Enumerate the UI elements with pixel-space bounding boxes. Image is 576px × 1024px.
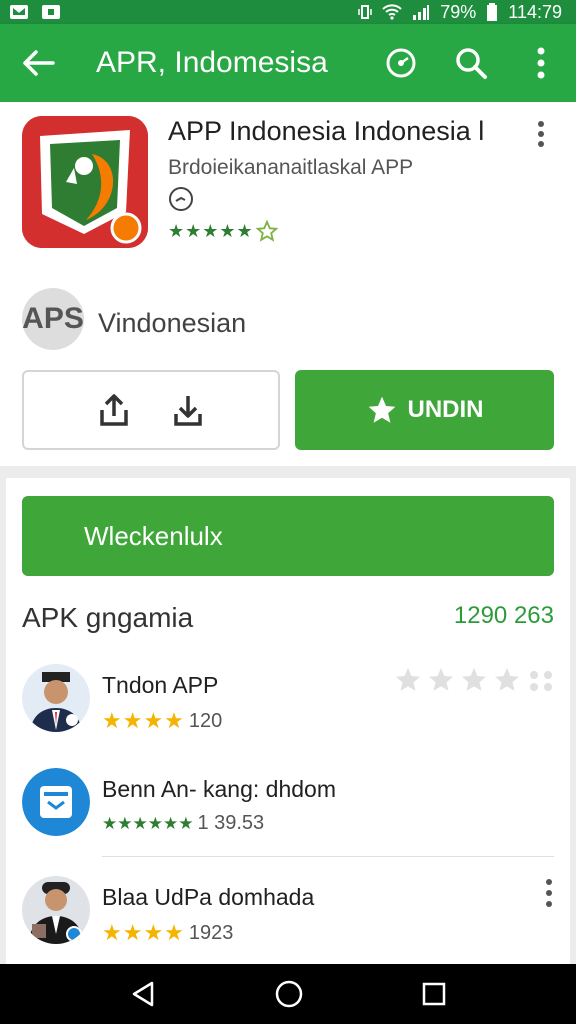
rating-stars: ★★★★ (102, 920, 185, 945)
avatar (22, 876, 90, 944)
recents-nav-icon[interactable] (420, 980, 448, 1008)
back-button[interactable] (0, 49, 76, 77)
related-apps-card: Wleckenlulx APK gngamia 1290 263 Tndon A… (6, 478, 570, 968)
app-logo-icon (22, 116, 148, 248)
rating-count: 1 39.53 (197, 812, 265, 834)
wifi-icon (382, 4, 402, 20)
app-more-button[interactable] (536, 120, 546, 153)
vibrate-icon (358, 5, 372, 19)
toolbar-title: APR, Indomesisa (96, 46, 328, 79)
divider (102, 856, 554, 857)
overflow-menu-button[interactable] (506, 47, 576, 79)
rating-count: 1923 (188, 921, 234, 944)
target-button[interactable] (366, 46, 436, 80)
back-nav-icon[interactable] (128, 979, 158, 1009)
section-title: APK gngamia (22, 602, 194, 633)
system-nav-bar (0, 964, 576, 1024)
app-subtitle: Brdoieikananaitlaskal APP (168, 156, 414, 179)
more-vert-icon (537, 47, 545, 79)
rating-stars: ★★★★★★ (102, 813, 194, 833)
rating-count: 120 (188, 709, 223, 732)
clock-icon (168, 186, 194, 217)
list-item-name: Tndon APP (102, 672, 219, 698)
status-bar: 79% 114:79 (0, 0, 576, 24)
share-download-button[interactable] (22, 370, 280, 450)
empty-rating-stars[interactable] (394, 666, 554, 699)
more-vert-icon (546, 879, 552, 907)
home-nav-icon[interactable] (274, 979, 304, 1009)
list-item[interactable]: Blaa UdPa domhada ★★★★ 1923 (6, 876, 570, 976)
target-icon (386, 48, 416, 78)
app-header-card: APP Indonesia Indonesia l Brdoieikananai… (0, 102, 576, 466)
download-icon (174, 396, 202, 426)
more-vert-icon (538, 121, 544, 147)
list-item-more-button[interactable] (544, 878, 554, 913)
app-title: APP Indonesia Indonesia l (168, 116, 485, 146)
screen: 79% 114:79 APR, Indomesisa APP Indonesia… (0, 0, 576, 1024)
photo-icon (10, 5, 28, 19)
star-outline-icon (255, 220, 278, 242)
star-icon (368, 396, 395, 423)
clock-time: 114:79 (508, 1, 562, 22)
developer-name[interactable]: Vindonesian (98, 308, 246, 339)
avatar (22, 768, 90, 836)
share-icon (100, 394, 128, 426)
avatar (22, 664, 90, 732)
list-item-name: Blaa UdPa domhada (102, 884, 315, 910)
search-button[interactable] (436, 46, 506, 80)
battery-percent: 79% (440, 1, 477, 22)
list-item-rating: ★★★★★★ 1 39.53 (102, 812, 264, 835)
battery-icon (487, 3, 498, 21)
app-icon (22, 116, 148, 248)
star-empty-icon (396, 668, 552, 691)
rating-stars: ★★★★★ (168, 220, 254, 241)
signal-icon (413, 5, 430, 20)
message-icon (42, 5, 60, 19)
rating-stars: ★★★★ (102, 708, 185, 733)
list-item-rating: ★★★★ 1923 (102, 920, 233, 946)
developer-avatar: APS (22, 288, 84, 350)
list-item-rating: ★★★★ 120 (102, 708, 222, 734)
app-toolbar: APR, Indomesisa (0, 24, 576, 102)
install-button[interactable]: UNDIN (295, 370, 554, 450)
list-item[interactable]: Benn An- kang: dhdom ★★★★★★ 1 39.53 (6, 768, 570, 868)
list-item[interactable]: Tndon APP ★★★★ 120 (6, 664, 570, 764)
search-icon (456, 48, 487, 79)
wide-action-button[interactable]: Wleckenlulx (22, 496, 554, 576)
section-count[interactable]: 1290 263 (454, 602, 554, 630)
app-rating: ★★★★★ (168, 220, 278, 242)
install-label: UNDIN (407, 396, 484, 423)
wide-button-label: Wleckenlulx (84, 520, 223, 551)
back-arrow-icon (23, 50, 55, 76)
list-item-name: Benn An- kang: dhdom (102, 776, 336, 802)
